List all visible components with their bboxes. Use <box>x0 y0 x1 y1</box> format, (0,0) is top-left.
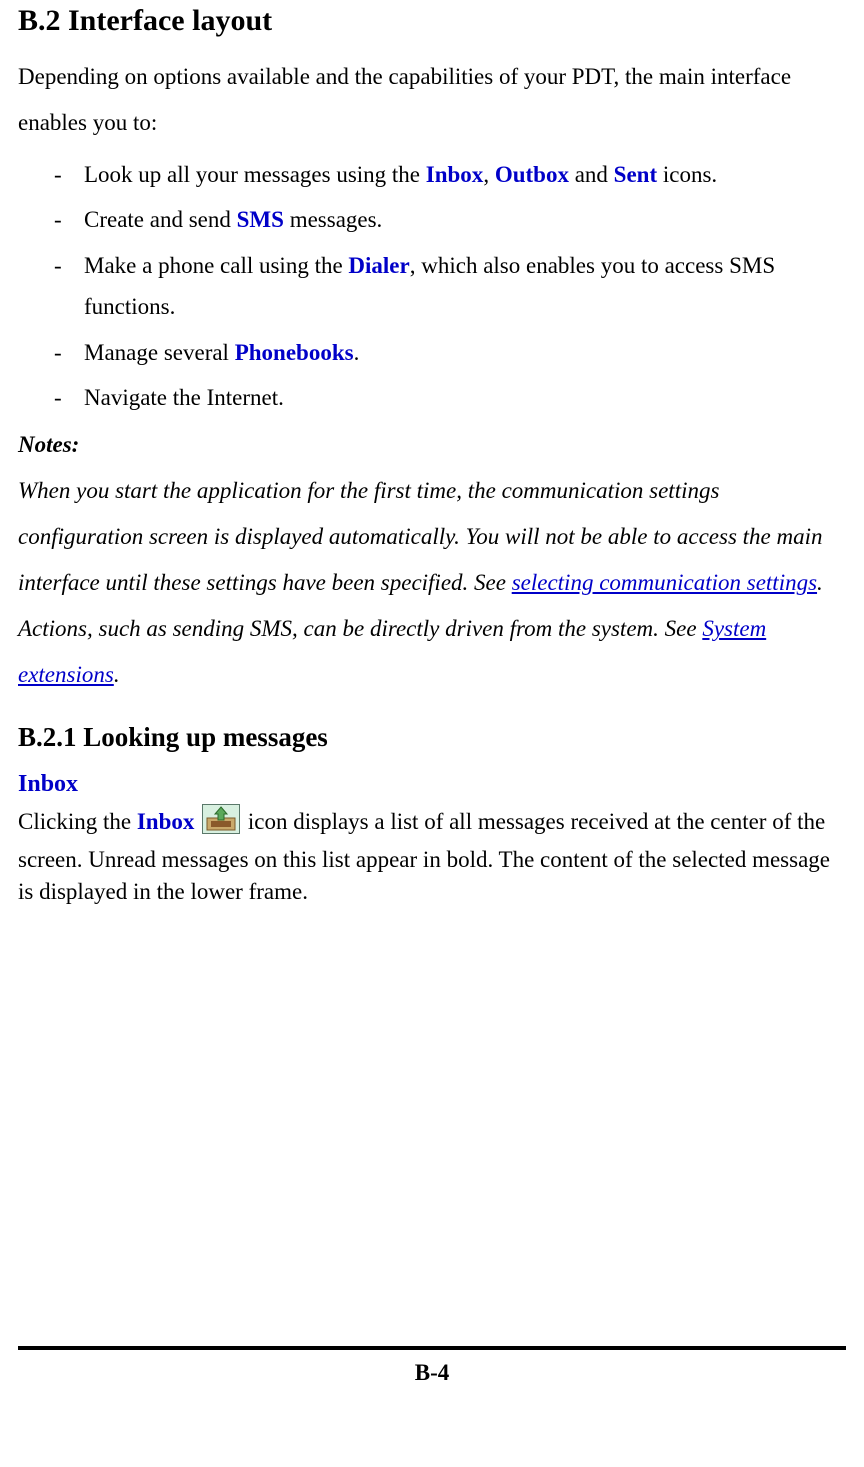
sent-term: Sent <box>614 162 657 187</box>
list-item: Create and send SMS messages. <box>54 199 846 240</box>
inbox-icon <box>202 804 240 843</box>
notes-heading: Notes: <box>18 422 846 468</box>
subsection-heading: B.2.1 Looking up messages <box>18 722 846 753</box>
list-text: Make a phone call using the <box>84 253 348 278</box>
list-item: Navigate the Internet. <box>54 377 846 418</box>
list-text: , <box>483 162 495 187</box>
inbox-term: Inbox <box>426 162 484 187</box>
list-item: Manage several Phonebooks. <box>54 332 846 373</box>
list-item: Look up all your messages using the Inbo… <box>54 154 846 195</box>
list-text: Look up all your messages using the <box>84 162 426 187</box>
list-text: Manage several <box>84 340 235 365</box>
notes-text: . <box>817 570 823 595</box>
intro-paragraph: Depending on options available and the c… <box>18 54 846 146</box>
notes-paragraph: Actions, such as sending SMS, can be dir… <box>18 606 846 698</box>
feature-list: Look up all your messages using the Inbo… <box>54 154 846 418</box>
dialer-term: Dialer <box>348 253 409 278</box>
list-text: messages. <box>284 207 382 232</box>
list-text: and <box>569 162 614 187</box>
notes-text: Actions, such as sending SMS, can be dir… <box>18 616 702 641</box>
list-text: . <box>354 340 360 365</box>
inbox-paragraph: Clicking the Inbox icon displays a list … <box>18 804 846 908</box>
phonebooks-term: Phonebooks <box>235 340 354 365</box>
outbox-term: Outbox <box>495 162 569 187</box>
link-communication-settings[interactable]: selecting communication settings <box>512 570 817 595</box>
list-text: Create and send <box>84 207 237 232</box>
list-text: icons. <box>657 162 717 187</box>
inbox-text: Clicking the <box>18 809 137 834</box>
sms-term: SMS <box>237 207 284 232</box>
list-text: Navigate the Internet. <box>84 385 284 410</box>
inbox-heading: Inbox <box>18 771 846 798</box>
page-number: B-4 <box>18 1360 846 1386</box>
section-heading: B.2 Interface layout <box>18 0 846 38</box>
notes-paragraph: When you start the application for the f… <box>18 468 846 606</box>
notes-text: . <box>114 662 120 687</box>
list-item: Make a phone call using the Dialer, whic… <box>54 245 846 328</box>
page-footer: B-4 <box>18 1346 846 1386</box>
inbox-term: Inbox <box>137 809 195 834</box>
footer-rule <box>18 1346 846 1350</box>
